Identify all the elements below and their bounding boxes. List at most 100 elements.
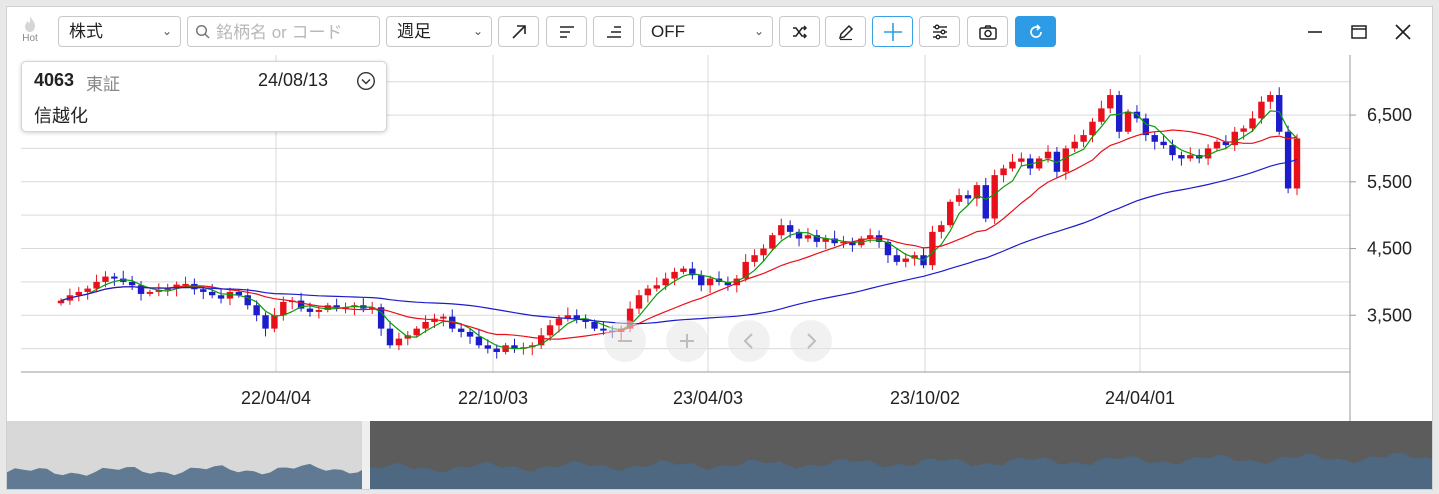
candle-body [502, 345, 509, 352]
sliders-icon [932, 24, 947, 39]
draw-button[interactable] [825, 16, 866, 47]
candle-body [591, 321, 598, 329]
candle-body [662, 278, 669, 286]
candle-body [653, 285, 660, 289]
candle-body [315, 309, 323, 312]
candle-body [1071, 141, 1078, 149]
align-left-icon [559, 25, 574, 38]
search-input[interactable] [214, 20, 378, 45]
range-navigator[interactable] [7, 421, 1433, 490]
candle-body [440, 316, 447, 319]
candle-body [1240, 128, 1247, 132]
candle-body [128, 281, 136, 286]
candle-body [786, 225, 794, 232]
close-button[interactable] [1389, 19, 1417, 45]
search-box[interactable] [187, 16, 380, 47]
candle-body [742, 261, 749, 279]
exchange-label: 東証 [86, 75, 120, 94]
candle-body [111, 276, 118, 279]
candle-body [1080, 135, 1087, 142]
x-tick-label: 22/04/04 [241, 388, 311, 408]
overlay-scroll-right-button[interactable] [790, 320, 832, 362]
candle-body [182, 283, 189, 286]
candle-body [760, 248, 767, 256]
shuffle-button[interactable] [779, 16, 820, 47]
candle-body [137, 285, 145, 294]
candle-body [493, 348, 500, 352]
candle-body [671, 271, 678, 279]
candle-body [698, 275, 705, 286]
candle-body [1107, 95, 1114, 109]
candle-body [200, 289, 207, 292]
chevron-down-circle-icon[interactable] [356, 71, 376, 91]
chart-window: Hot 株式 ⌄ 週足 ⌄ OFF ⌄ [6, 6, 1433, 490]
y-tick-label: 6,500 [1367, 105, 1412, 125]
hot-button[interactable]: Hot [15, 13, 45, 51]
candle-body [555, 318, 563, 326]
crosshair-icon [883, 22, 902, 41]
candle-body [964, 195, 972, 199]
pencil-icon [838, 24, 853, 40]
x-tick-label: 24/04/01 [1105, 388, 1175, 408]
candle-body [164, 288, 171, 291]
candle-body [1035, 158, 1043, 169]
candle-body [484, 345, 492, 349]
maximize-button[interactable] [1345, 19, 1373, 45]
trendline-button[interactable] [498, 16, 539, 47]
indicator-select-value: OFF [651, 22, 685, 41]
refresh-button[interactable] [1015, 16, 1056, 47]
align-left-button[interactable] [546, 16, 587, 47]
candle-body [706, 278, 714, 286]
search-icon [195, 24, 210, 39]
candle-body [146, 291, 154, 294]
align-right-button[interactable] [593, 16, 634, 47]
candle-body [1044, 151, 1052, 159]
overlay-zoom-out-button[interactable] [604, 320, 646, 362]
minimize-icon [1308, 31, 1322, 33]
screenshot-button[interactable] [967, 16, 1008, 47]
candle-body [1249, 118, 1256, 129]
maximize-icon [1351, 25, 1367, 39]
refresh-icon [1029, 23, 1042, 38]
indicator-select[interactable]: OFF ⌄ [640, 16, 773, 47]
candle-body [1187, 155, 1194, 159]
period-select[interactable]: 週足 ⌄ [386, 16, 492, 47]
chevron-down-icon: ⌄ [161, 24, 172, 38]
camera-icon [978, 24, 997, 40]
market-select[interactable]: 株式 ⌄ [58, 16, 181, 47]
candle-body [208, 291, 216, 296]
candle-body [1098, 108, 1105, 122]
candle-body [1284, 131, 1292, 189]
candle-body [982, 185, 989, 219]
candle-body [1018, 158, 1025, 162]
arrow-up-right-icon [511, 24, 526, 39]
ma-short-line [60, 110, 1298, 350]
minimize-button[interactable] [1301, 19, 1329, 45]
candle-body [102, 276, 109, 282]
candle-body [395, 338, 403, 346]
shuffle-icon [792, 24, 807, 39]
stock-code: 4063 [34, 70, 75, 90]
crosshair-button[interactable] [872, 16, 913, 47]
candle-body [680, 268, 687, 272]
candle-body [280, 301, 287, 316]
candle-body [306, 308, 314, 312]
chevron-down-icon: ⌄ [753, 24, 764, 38]
candle-body [955, 195, 963, 202]
candle-body [271, 315, 278, 329]
navigator-left-handle[interactable] [362, 421, 370, 490]
candle-body [600, 328, 607, 331]
ma-mid-line [60, 129, 1298, 340]
candle-body [938, 225, 945, 232]
overlay-zoom-in-button[interactable] [666, 320, 708, 362]
candle-body [75, 291, 82, 296]
candle-body [902, 258, 909, 262]
candle-body [769, 235, 776, 249]
settings-button[interactable] [919, 16, 960, 47]
stock-info-panel: 4063 東証 24/08/13 信越化 [21, 61, 387, 132]
x-tick-label: 22/10/03 [458, 388, 528, 408]
overlay-scroll-left-button[interactable] [728, 320, 770, 362]
candle-body [217, 295, 225, 299]
candle-body [947, 201, 954, 226]
hot-label: Hot [22, 33, 38, 44]
